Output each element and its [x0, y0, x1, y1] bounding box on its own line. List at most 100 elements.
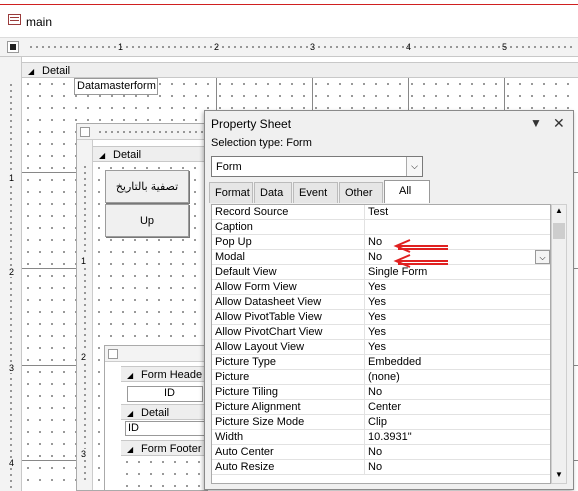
property-row[interactable]: Allow PivotChart View Yes: [212, 325, 550, 340]
filter-by-date-button[interactable]: تصفية بالتاريخ: [105, 170, 189, 203]
property-row[interactable]: Allow Layout View Yes: [212, 340, 550, 355]
tab-event[interactable]: Event: [293, 182, 338, 203]
ruler-mark: 2: [9, 267, 15, 277]
property-name: Modal: [215, 251, 245, 263]
detail-section-bar[interactable]: ◢ Detail: [22, 62, 578, 78]
object-selector[interactable]: Form ⌵: [211, 156, 423, 177]
ruler-mark: 1: [81, 256, 87, 266]
id-label[interactable]: ID: [127, 386, 203, 402]
section-arrow-icon: ◢: [28, 67, 35, 76]
property-name: Picture Size Mode: [215, 416, 305, 428]
property-row[interactable]: Allow PivotTable View Yes: [212, 310, 550, 325]
column-divider: [364, 445, 365, 460]
column-divider: [364, 205, 365, 220]
scrollbar-thumb[interactable]: [553, 223, 565, 239]
chevron-down-icon[interactable]: ⌵: [406, 157, 422, 176]
property-row[interactable]: Allow Form View Yes: [212, 280, 550, 295]
property-value[interactable]: No: [368, 461, 382, 473]
column-divider: [364, 415, 365, 430]
property-row[interactable]: Default View Single Form: [212, 265, 550, 280]
property-row[interactable]: Auto Resize No: [212, 460, 550, 475]
property-value[interactable]: Clip: [368, 416, 387, 428]
tab-format[interactable]: Format: [209, 182, 253, 203]
section-label: Detail: [141, 407, 170, 419]
property-value[interactable]: Yes: [368, 296, 386, 308]
form-footer-bar[interactable]: ◢ Form Footer: [121, 440, 207, 456]
property-value[interactable]: (none): [368, 371, 400, 383]
tab-data[interactable]: Data: [254, 182, 292, 203]
datamasterform-label[interactable]: Datamasterform: [74, 78, 158, 95]
property-row[interactable]: Pop Up No: [212, 235, 550, 250]
property-name: Caption: [215, 221, 253, 233]
property-row[interactable]: Record Source Test: [212, 205, 550, 220]
property-value[interactable]: No: [368, 236, 382, 248]
section-label: Form Footer: [141, 443, 202, 455]
select-form-box[interactable]: [7, 41, 19, 53]
column-divider: [364, 250, 365, 265]
property-name: Picture Tiling: [215, 386, 278, 398]
property-value[interactable]: Embedded: [368, 356, 421, 368]
property-row[interactable]: Auto Center No: [212, 445, 550, 460]
property-sheet[interactable]: Property Sheet ▼ ✕ Selection type: Form …: [204, 110, 574, 490]
column-divider: [364, 280, 365, 295]
column-divider: [364, 220, 365, 235]
property-value[interactable]: 10.3931": [368, 431, 412, 443]
form-window-icon: [8, 14, 21, 25]
property-row[interactable]: Picture (none): [212, 370, 550, 385]
property-value[interactable]: Yes: [368, 311, 386, 323]
subform-detail-bar[interactable]: ◢ Detail: [93, 146, 207, 162]
id-textbox[interactable]: ID: [125, 421, 205, 436]
nested-detail-bar[interactable]: ◢ Detail: [121, 404, 207, 420]
property-grid[interactable]: Record Source Test Caption Pop Up No Modal No ⌵…: [211, 204, 551, 484]
column-divider: [364, 460, 365, 475]
chevron-down-icon[interactable]: ⌵: [535, 250, 550, 264]
subform-select-box[interactable]: [108, 349, 118, 359]
gridline: [504, 78, 505, 110]
subform-select-box[interactable]: [80, 127, 90, 137]
property-value[interactable]: No: [368, 446, 382, 458]
column-divider: [364, 310, 365, 325]
ruler-mark: 3: [9, 363, 15, 373]
property-name: Picture: [215, 371, 250, 383]
property-row[interactable]: Picture Size Mode Clip: [212, 415, 550, 430]
property-row[interactable]: Modal No ⌵: [212, 250, 550, 265]
close-icon[interactable]: ✕: [553, 115, 565, 132]
section-label: Detail: [42, 65, 71, 77]
pane-menu-icon[interactable]: ▼: [530, 116, 542, 130]
scroll-up-icon[interactable]: ▲: [555, 206, 563, 215]
section-arrow-icon: ◢: [127, 371, 134, 380]
property-value[interactable]: Yes: [368, 341, 386, 353]
property-name: Allow PivotTable View: [215, 311, 322, 323]
property-row[interactable]: Width 10.3931": [212, 430, 550, 445]
property-value[interactable]: Center: [368, 401, 401, 413]
ruler-ticks: [28, 46, 576, 48]
tab-all[interactable]: All: [384, 180, 430, 203]
nested-subform-control[interactable]: ◢ Form Heade ID ◢ Detail ID ◢ Form Foote…: [104, 345, 208, 491]
property-scrollbar[interactable]: ▲ ▼: [551, 204, 567, 484]
property-row[interactable]: Picture Alignment Center: [212, 400, 550, 415]
property-row[interactable]: Picture Type Embedded: [212, 355, 550, 370]
property-row[interactable]: Caption: [212, 220, 550, 235]
arrow-icon: [393, 239, 448, 268]
property-sheet-header[interactable]: Property Sheet ▼ ✕: [205, 111, 573, 135]
subform-surface[interactable]: [121, 456, 207, 490]
tab-other[interactable]: Other: [339, 182, 383, 203]
property-value[interactable]: Yes: [368, 281, 386, 293]
scroll-down-icon[interactable]: ▼: [555, 470, 563, 479]
property-value[interactable]: No: [368, 251, 382, 263]
ruler-mark: 4: [9, 458, 15, 468]
property-value[interactable]: Yes: [368, 326, 386, 338]
section-label: Form Heade: [141, 369, 203, 381]
form-header-bar[interactable]: ◢ Form Heade: [121, 366, 207, 382]
property-value[interactable]: No: [368, 386, 382, 398]
property-row[interactable]: Allow Datasheet View Yes: [212, 295, 550, 310]
up-button[interactable]: Up: [105, 204, 189, 237]
annotation-arrows: [393, 239, 448, 268]
property-value[interactable]: Test: [368, 206, 388, 218]
object-selector-value: Form: [216, 161, 242, 173]
property-row[interactable]: Picture Tiling No: [212, 385, 550, 400]
selection-type: Selection type: Form: [211, 137, 312, 149]
column-divider: [364, 325, 365, 340]
property-name: Width: [215, 431, 244, 443]
section-arrow-icon: ◢: [99, 151, 106, 160]
